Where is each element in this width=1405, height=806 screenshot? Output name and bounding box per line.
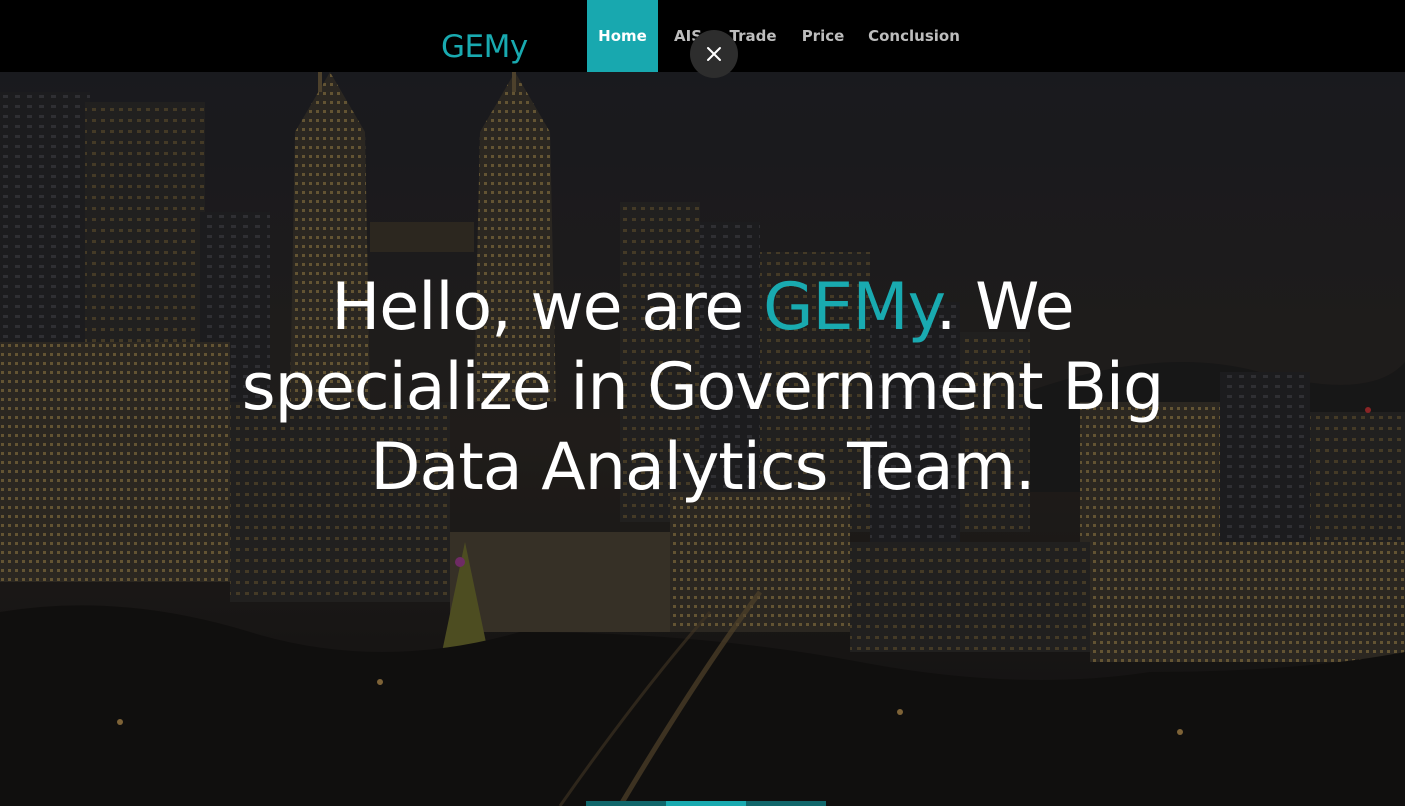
close-button[interactable]	[690, 30, 738, 78]
slider-progress-fill	[666, 801, 746, 806]
nav-item-home[interactable]: Home	[587, 0, 658, 72]
headline-line-2: specialize in Government Big	[241, 350, 1164, 425]
hero-section: Hello, we are GEMy. We specialize in Gov…	[0, 72, 1405, 806]
nav-item-conclusion[interactable]: Conclusion	[868, 0, 960, 72]
hero-headline: Hello, we are GEMy. We specialize in Gov…	[0, 268, 1405, 508]
slider-progress-bar[interactable]	[586, 801, 826, 806]
headline-line-3: Data Analytics Team.	[370, 430, 1035, 505]
nav-item-price[interactable]: Price	[800, 0, 846, 72]
close-icon	[707, 47, 721, 61]
headline-line-1: Hello, we are GEMy. We	[331, 270, 1074, 345]
brand-logo[interactable]: GEMy	[441, 26, 528, 68]
headline-brand: GEMy	[763, 270, 937, 345]
